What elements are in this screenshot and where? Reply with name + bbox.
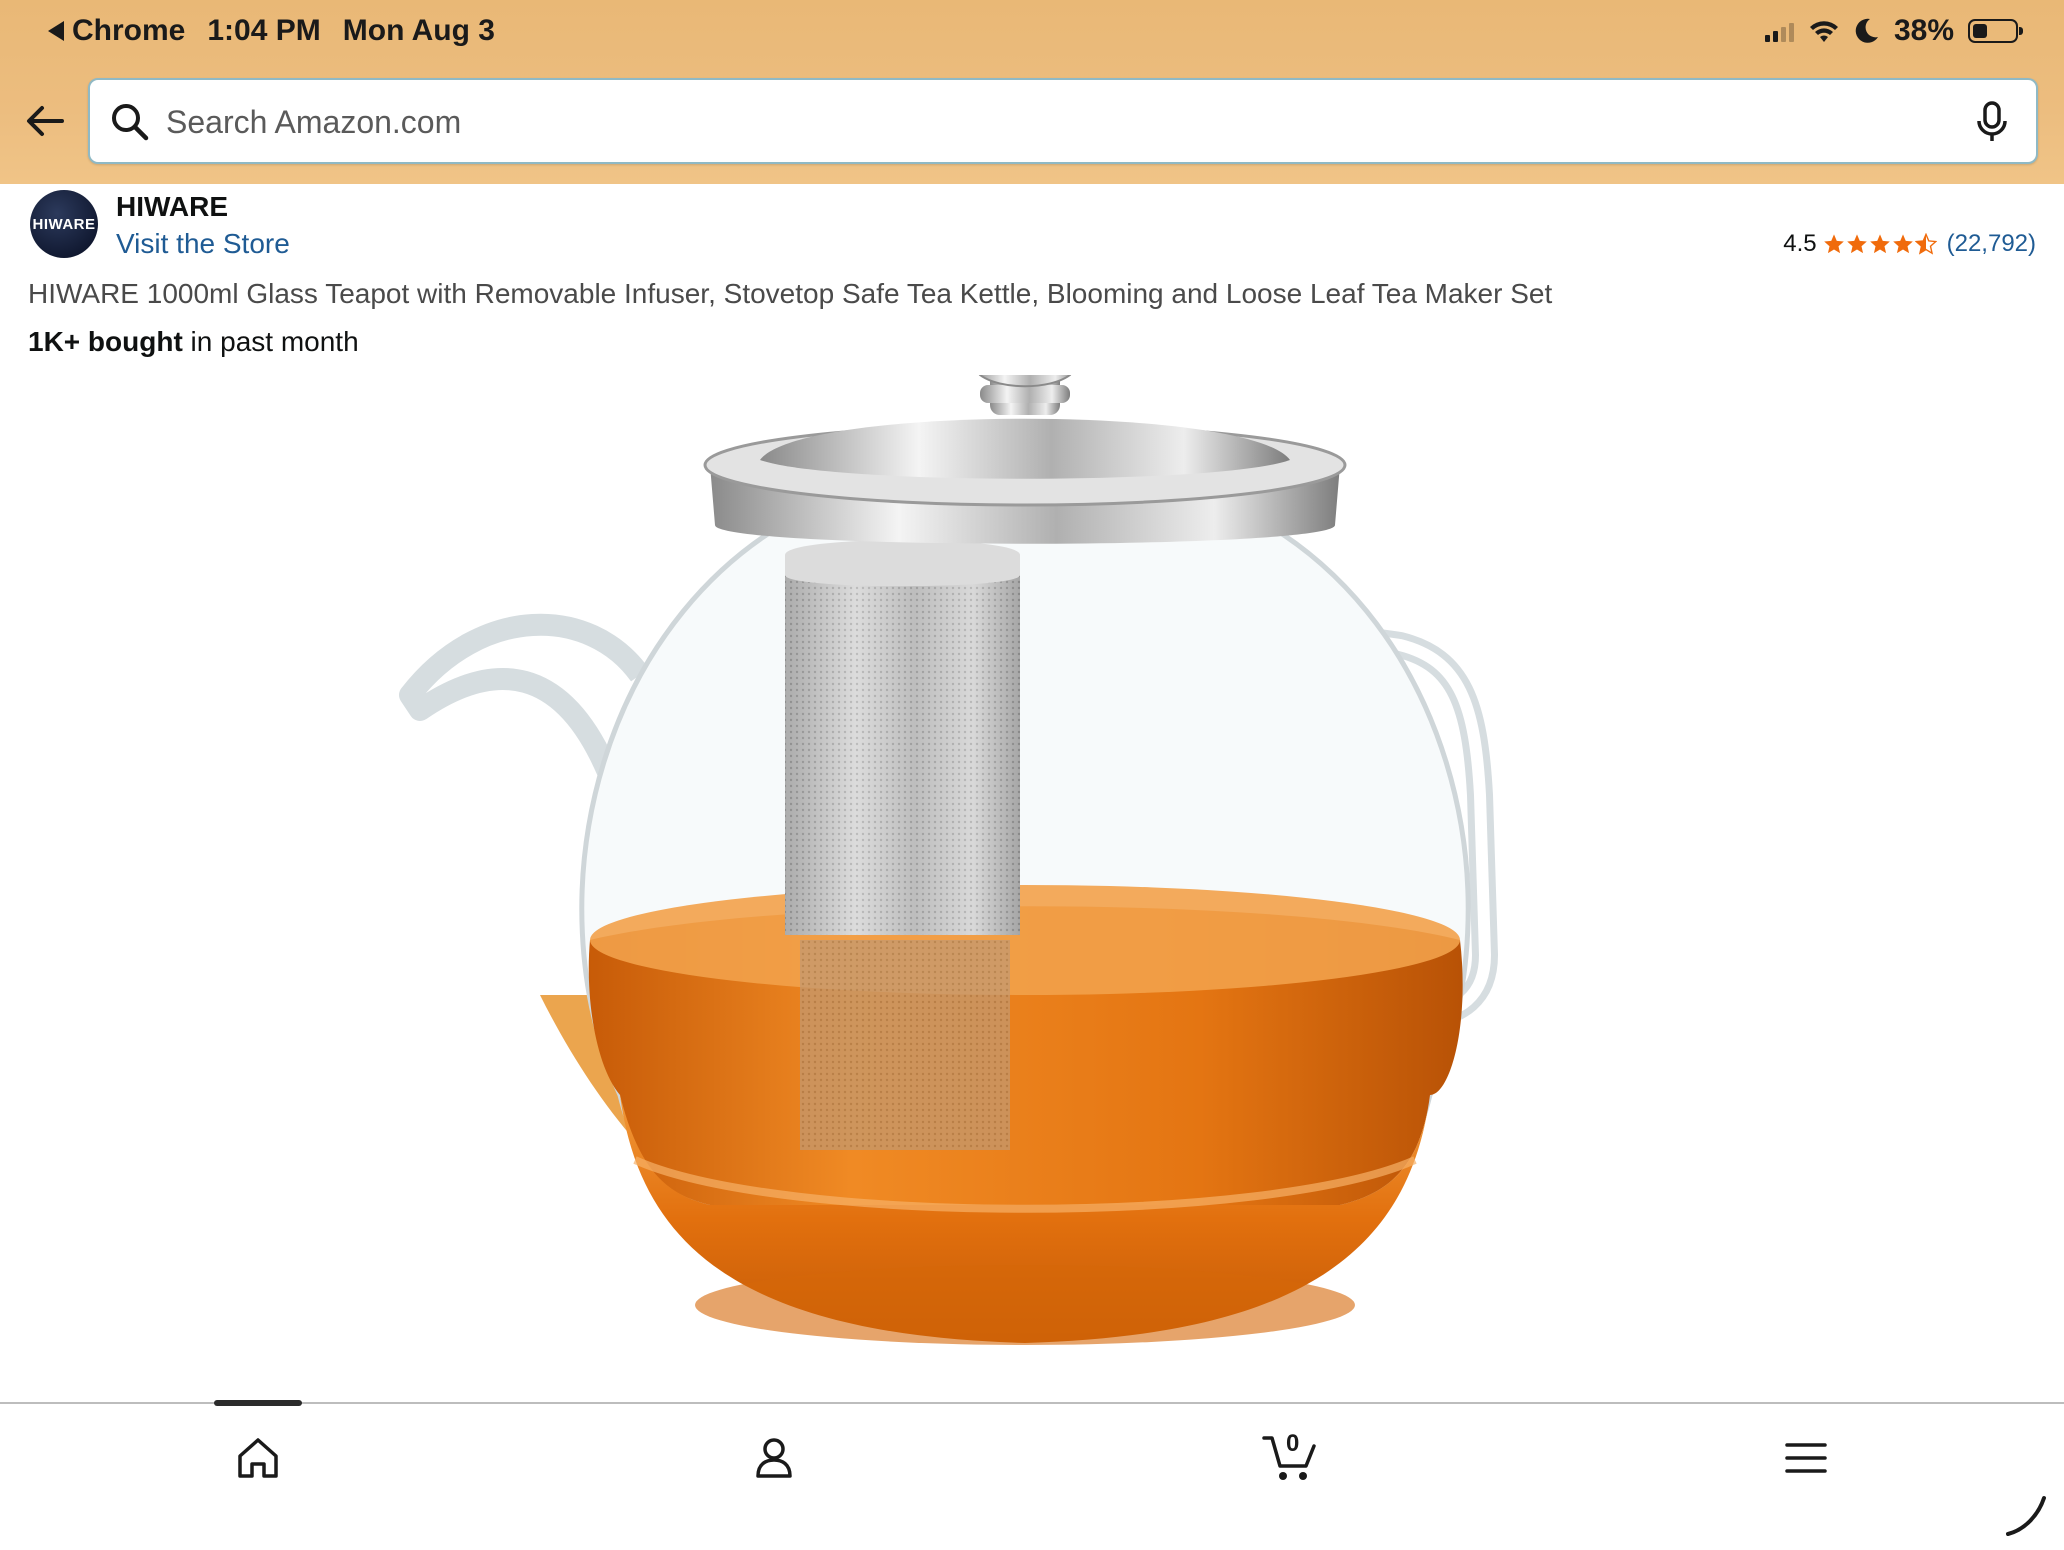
star-icon [1846, 234, 1867, 254]
status-bar: Chrome 1:04 PM Mon Aug 3 38% [0, 0, 2064, 64]
battery-percent: 38% [1893, 14, 1954, 47]
visit-store-link[interactable]: Visit the Store [116, 228, 290, 260]
rating-summary[interactable]: 4.5 (22,792) [1783, 230, 2036, 258]
star-icon [1869, 234, 1890, 254]
bottom-navigation: 0 [0, 1400, 2064, 1550]
review-count-link[interactable]: (22,792) [1947, 230, 2036, 258]
nav-cart[interactable]: 0 [1260, 1428, 1320, 1488]
cart-count: 0 [1286, 1430, 1300, 1457]
bought-count: 1K+ bought [28, 326, 183, 357]
cellular-signal-icon [1764, 20, 1794, 42]
back-triangle-icon [48, 21, 64, 41]
star-icon [1823, 234, 1844, 254]
bought-in-past-month: 1K+ bought in past month [28, 326, 359, 358]
search-icon [112, 104, 149, 141]
bought-period: in past month [182, 326, 359, 357]
half-star-icon [1914, 233, 1937, 255]
home-icon [238, 1438, 278, 1478]
wifi-icon [1809, 21, 1838, 42]
menu-icon [1785, 1443, 1827, 1473]
product-title: HIWARE 1000ml Glass Teapot with Removabl… [28, 278, 1553, 309]
rating-value: 4.5 [1783, 230, 1817, 257]
microphone-icon[interactable] [1970, 100, 2014, 144]
return-app-label: Chrome [72, 14, 186, 47]
product-image[interactable] [380, 288, 1680, 1385]
search-input[interactable] [164, 96, 1948, 148]
nav-menu[interactable] [1776, 1428, 1836, 1488]
status-date: Mon Aug 3 [342, 14, 495, 47]
active-tab-indicator [214, 1400, 302, 1406]
corner-resize-icon [2006, 1496, 2046, 1536]
nav-account[interactable] [744, 1428, 804, 1488]
glass-teapot-illustration [399, 288, 1499, 1345]
nav-home[interactable] [228, 1428, 288, 1488]
moon-icon [1855, 18, 1878, 43]
brand-logo-text: HIWARE [32, 215, 96, 233]
star-icon [1892, 234, 1913, 254]
star-rating [1823, 233, 1937, 255]
brand-logo[interactable]: HIWARE [30, 190, 98, 258]
return-to-app[interactable]: Chrome [48, 14, 185, 48]
account-icon [756, 1438, 792, 1478]
search-box[interactable] [88, 78, 2038, 164]
back-arrow-icon[interactable] [22, 98, 68, 144]
brand-name: HIWARE [116, 191, 228, 222]
battery-icon [1968, 19, 2023, 43]
status-time: 1:04 PM [207, 14, 321, 47]
